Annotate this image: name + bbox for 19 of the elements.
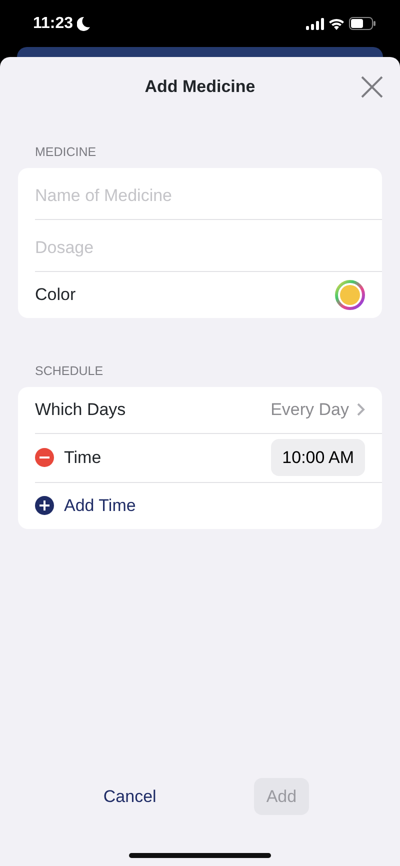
wifi-icon [328,18,345,30]
battery-icon [349,17,376,30]
row-label: Color [35,284,76,306]
time-button[interactable]: 10:00 AM [271,438,365,476]
color-swatch[interactable] [335,280,365,310]
section-header: SCHEDULE [34,362,104,380]
chevron-icon [357,403,365,416]
cancel-button[interactable]: Cancel [91,778,168,815]
section-header: MEDICINE [34,144,98,161]
input-field[interactable]: Dosage [35,234,365,260]
remove-icon[interactable] [35,448,54,467]
add-time-button[interactable]: Add Time [35,492,136,518]
row-label: Which Days [35,398,126,421]
sheet-title: Add Medicine [144,76,256,98]
clock-time: 11:23 [33,14,74,34]
signal-icon [306,18,324,30]
add-icon [35,496,54,515]
row-label: Time [64,446,102,469]
input-field[interactable]: Name of Medicine [35,182,365,208]
